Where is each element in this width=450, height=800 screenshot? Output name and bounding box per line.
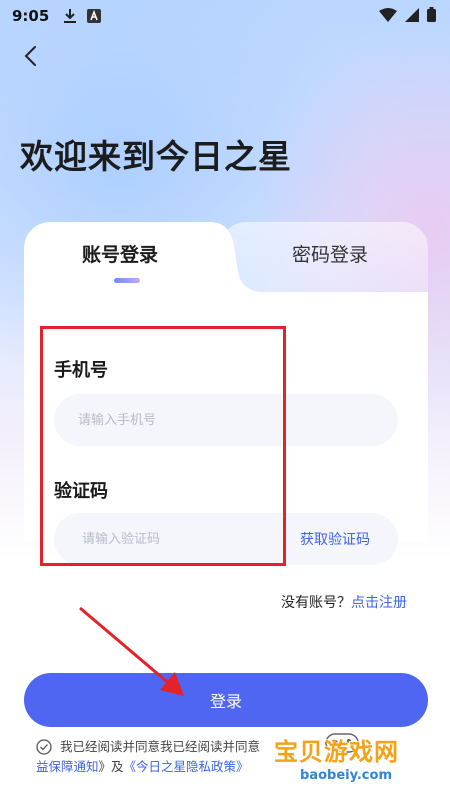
- register-prompt-text: 没有账号？: [281, 595, 351, 611]
- register-link[interactable]: 点击注册: [351, 595, 407, 611]
- watermark: 宝贝游戏网 baobeiy.com: [272, 728, 442, 794]
- tab-password-login[interactable]: 密码登录: [292, 240, 368, 267]
- register-prompt: 没有账号？点击注册: [281, 592, 407, 612]
- battery-icon: [427, 6, 436, 26]
- rights-notice-link[interactable]: 益保障通知: [36, 759, 99, 774]
- agreement-and: 》及: [98, 759, 124, 774]
- wifi-icon: [379, 7, 397, 26]
- keyboard-a-icon: [87, 9, 102, 23]
- privacy-policy-link[interactable]: 《今日之星隐私政策》: [124, 759, 249, 774]
- get-code-button[interactable]: 获取验证码: [300, 529, 370, 549]
- status-time: 9:05: [12, 7, 50, 25]
- login-button[interactable]: 登录: [24, 673, 428, 727]
- tab-account-login[interactable]: 账号登录: [82, 240, 158, 267]
- watermark-url: baobeiy.com: [300, 768, 392, 783]
- active-tab-indicator: [114, 278, 140, 283]
- highlight-box: [40, 326, 286, 566]
- watermark-text: 宝贝游戏网: [274, 738, 399, 766]
- check-circle-icon[interactable]: [36, 739, 52, 755]
- status-bar: 9:05: [0, 0, 450, 32]
- agreement-text: 我已经阅读并同意我已经阅读并同意: [60, 739, 261, 754]
- download-icon: [63, 8, 77, 24]
- signal-icon: [405, 7, 419, 26]
- page-title: 欢迎来到今日之星: [20, 137, 292, 176]
- chevron-left-icon: [23, 45, 37, 71]
- back-button[interactable]: [14, 42, 46, 74]
